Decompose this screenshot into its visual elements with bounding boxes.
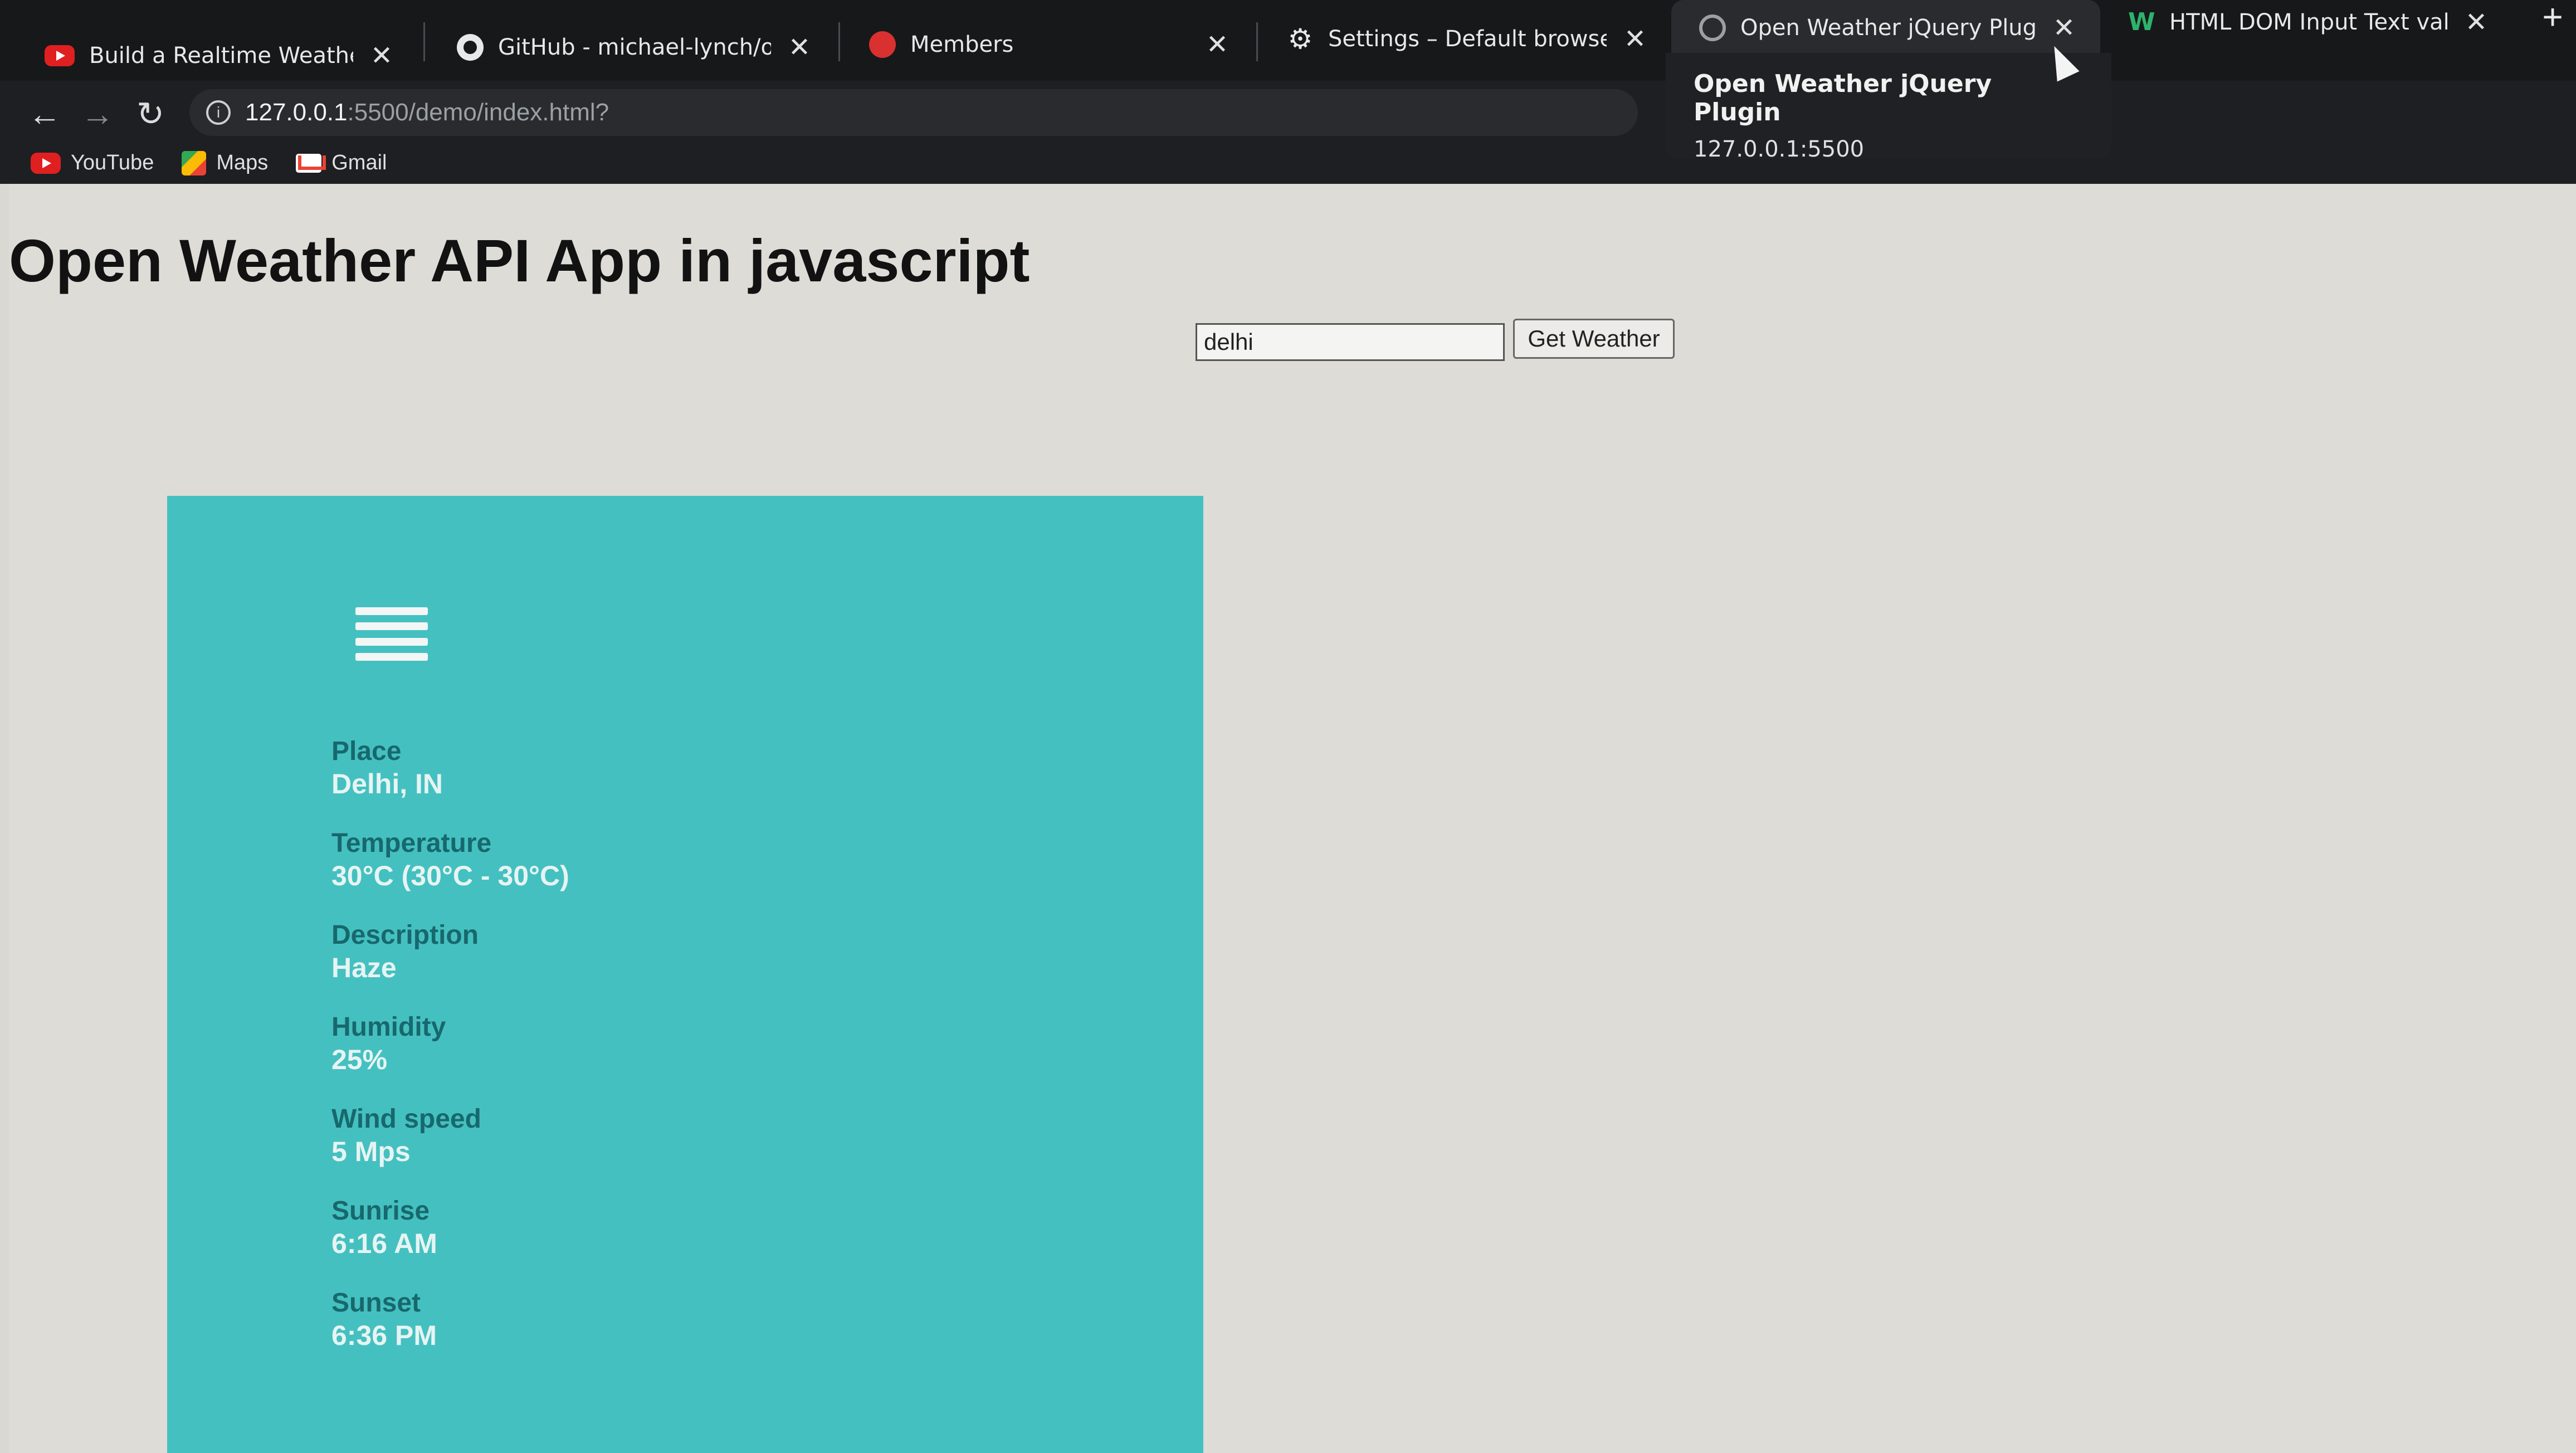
browser-chrome: Build a Realtime Weather App U ✕ GitHub … <box>0 0 2576 184</box>
close-icon[interactable]: ✕ <box>2050 12 2078 43</box>
address-bar[interactable]: i 127.0.0.1:5500/demo/index.html? <box>189 89 1638 136</box>
field-temperature: Temperature 30°C (30°C - 30°C) <box>331 827 1000 919</box>
tab-title: HTML DOM Input Text value Pro <box>2169 9 2448 35</box>
field-label: Humidity <box>331 1012 446 1042</box>
field-label: Sunrise <box>331 1196 430 1226</box>
tab-separator <box>423 22 425 61</box>
bookmark-maps[interactable]: Maps <box>182 150 269 175</box>
city-search-input[interactable] <box>1196 323 1505 361</box>
tab-open-weather[interactable]: Open Weather jQuery Plugin ✕ <box>1671 0 2100 56</box>
youtube-icon <box>45 45 75 66</box>
field-sunset: Sunset 6:36 PM <box>331 1287 1000 1379</box>
tab-settings[interactable]: ⚙ Settings – Default browser ✕ <box>1259 6 1671 72</box>
field-label: Sunset <box>331 1288 421 1318</box>
maps-icon <box>182 150 207 175</box>
globe-icon <box>1699 14 1726 41</box>
tab-members[interactable]: Members ✕ <box>841 11 1253 78</box>
tab-html-dom[interactable]: W HTML DOM Input Text value Pro ✕ <box>2100 0 2512 50</box>
bookmark-youtube[interactable]: YouTube <box>31 151 154 175</box>
bookmark-label: YouTube <box>71 151 154 174</box>
weather-card: Place Delhi, IN Temperature 30°C (30°C -… <box>167 496 1203 1453</box>
field-value: 25% <box>331 1044 388 1075</box>
back-icon[interactable]: ← <box>22 92 67 136</box>
tab-title: Build a Realtime Weather App U <box>89 43 353 69</box>
tab-separator <box>838 22 840 61</box>
url-path: :5500/demo/index.html? <box>347 99 609 126</box>
field-humidity: Humidity 25% <box>331 1011 1000 1103</box>
get-weather-button[interactable]: Get Weather <box>1513 319 1675 359</box>
new-tab-button[interactable]: + <box>2529 0 2576 39</box>
reload-icon[interactable]: ↻ <box>128 92 173 136</box>
tab-title: Members <box>910 32 1014 57</box>
page-content: Open Weather API App in javascript Get W… <box>9 184 2576 1453</box>
forward-icon[interactable]: → <box>75 92 120 136</box>
toolbar: ← → ↻ i 127.0.0.1:5500/demo/index.html? <box>0 81 2576 142</box>
url-text: 127.0.0.1:5500/demo/index.html? <box>245 99 609 126</box>
field-description: Description Haze <box>331 919 1000 1011</box>
hover-card-url: 127.0.0.1:5500 <box>1694 136 1865 162</box>
close-icon[interactable]: ✕ <box>368 40 396 71</box>
close-icon[interactable]: ✕ <box>2462 7 2490 38</box>
bookmark-label: Maps <box>216 151 269 174</box>
field-value: 30°C (30°C - 30°C) <box>331 860 569 891</box>
tab-strip: Build a Realtime Weather App U ✕ GitHub … <box>0 0 2576 81</box>
page-title: Open Weather API App in javascript <box>9 227 1030 294</box>
tab-title: Settings – Default browser <box>1328 26 1607 52</box>
field-value: 6:16 AM <box>331 1228 437 1259</box>
hover-card-title: Open Weather jQuery Plugin <box>1694 70 1992 126</box>
weather-fields: Place Delhi, IN Temperature 30°C (30°C -… <box>331 735 1000 1379</box>
github-icon <box>457 34 484 61</box>
close-icon[interactable]: ✕ <box>786 32 813 63</box>
members-icon <box>869 31 896 58</box>
w3schools-icon: W <box>2128 8 2155 36</box>
field-label: Wind speed <box>331 1104 481 1134</box>
bookmark-gmail[interactable]: Gmail <box>296 151 387 175</box>
bookmark-label: Gmail <box>331 151 387 174</box>
field-value: 6:36 PM <box>331 1320 437 1351</box>
info-icon[interactable]: i <box>206 100 231 125</box>
field-label: Description <box>331 920 479 950</box>
field-wind-speed: Wind speed 5 Mps <box>331 1103 1000 1195</box>
menu-icon[interactable] <box>355 607 428 661</box>
field-label: Place <box>331 737 402 766</box>
field-place: Place Delhi, IN <box>331 735 1000 827</box>
field-value: Haze <box>331 952 397 983</box>
field-value: Delhi, IN <box>331 768 443 799</box>
tab-separator <box>1256 22 1258 61</box>
tab-hover-card: Open Weather jQuery Plugin 127.0.0.1:550… <box>1666 53 2111 162</box>
close-icon[interactable]: ✕ <box>1203 29 1231 60</box>
url-host: 127.0.0.1 <box>245 99 348 126</box>
tab-weather-video[interactable]: Build a Realtime Weather App U ✕ <box>17 22 418 89</box>
gmail-icon <box>296 153 322 173</box>
youtube-icon <box>31 152 61 174</box>
tab-title: Open Weather jQuery Plugin <box>1740 15 2036 41</box>
tab-github[interactable]: GitHub - michael-lynch/open-we ✕ <box>429 14 836 81</box>
field-value: 5 Mps <box>331 1136 411 1167</box>
field-label: Temperature <box>331 828 492 858</box>
field-sunrise: Sunrise 6:16 AM <box>331 1195 1000 1287</box>
gear-icon: ⚙ <box>1287 23 1313 55</box>
tab-title: GitHub - michael-lynch/open-we <box>498 35 771 60</box>
close-icon[interactable]: ✕ <box>1621 23 1649 55</box>
bookmarks-bar: YouTube Maps Gmail <box>0 142 2576 184</box>
